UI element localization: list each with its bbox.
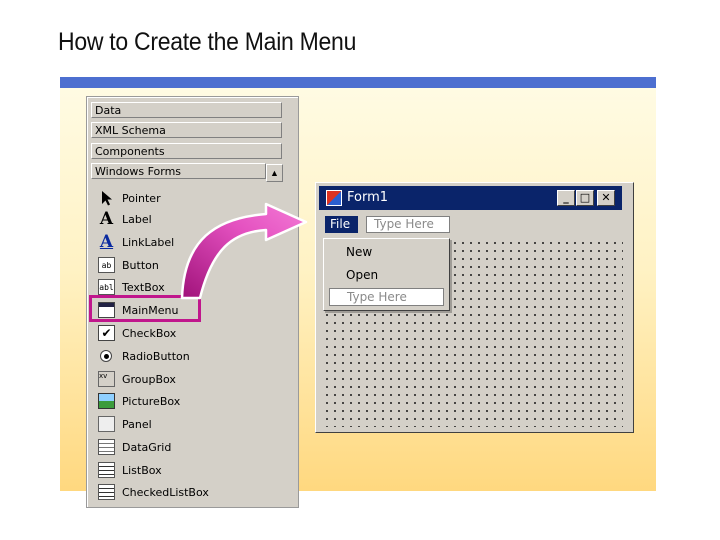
label-icon: A xyxy=(99,209,114,229)
toolbox-item-picturebox[interactable]: PictureBox xyxy=(98,391,180,411)
panel-icon xyxy=(98,416,115,432)
scroll-up-button[interactable]: ▲ xyxy=(266,164,283,182)
menubar-type-here-field[interactable]: Type Here xyxy=(366,216,450,233)
toolbox-item-pointer[interactable]: Pointer xyxy=(98,188,161,208)
button-icon: ab xyxy=(98,257,115,273)
toolbox-tab-data[interactable]: Data xyxy=(91,102,282,118)
toolbox-item-label: CheckBox xyxy=(122,326,177,340)
textbox-icon: abl xyxy=(98,279,115,295)
toolbox-item-label: TextBox xyxy=(122,280,165,294)
toolbox-tab-xml-schema[interactable]: XML Schema xyxy=(91,122,282,138)
menu-file[interactable]: File xyxy=(325,216,358,233)
minimize-button[interactable]: _ xyxy=(557,190,575,206)
toolbox-item-checkbox[interactable]: ✔ CheckBox xyxy=(98,323,176,343)
slide-title: How to Create the Main Menu xyxy=(58,28,357,56)
mainmenu-highlight-box xyxy=(89,295,201,322)
picturebox-icon xyxy=(98,393,115,409)
accent-bar xyxy=(60,77,656,88)
menu-item-new[interactable]: New xyxy=(346,245,372,259)
listbox-icon xyxy=(98,462,115,478)
toolbox-item-label-control[interactable]: A Label xyxy=(98,209,152,229)
toolbox-item-label: DataGrid xyxy=(122,440,172,454)
groupbox-icon: xv xyxy=(98,371,115,387)
maximize-button[interactable]: □ xyxy=(576,190,594,206)
toolbox-item-label: GroupBox xyxy=(122,372,176,386)
checkbox-icon: ✔ xyxy=(98,325,115,341)
toolbox-item-datagrid[interactable]: DataGrid xyxy=(98,437,171,457)
toolbox-item-label: ListBox xyxy=(122,463,162,477)
pointer-arrow-icon xyxy=(98,190,115,206)
toolbox-item-label: Button xyxy=(122,258,159,272)
menu-item-open[interactable]: Open xyxy=(346,268,378,282)
toolbox-item-label: Panel xyxy=(122,417,152,431)
toolbox-item-button[interactable]: ab Button xyxy=(98,255,159,275)
toolbox-item-label: Pointer xyxy=(122,191,161,205)
toolbox-item-radiobutton[interactable]: RadioButton xyxy=(98,346,190,366)
radiobutton-icon xyxy=(100,350,112,362)
datagrid-icon xyxy=(98,439,115,455)
toolbox-item-list: Pointer A Label A LinkLabel ab Button ab… xyxy=(91,184,291,504)
toolbox-item-label: Label xyxy=(122,212,152,226)
close-button[interactable]: ✕ xyxy=(597,190,615,206)
toolbox-tab-components[interactable]: Components xyxy=(91,143,282,159)
toolbox-item-groupbox[interactable]: xv GroupBox xyxy=(98,369,176,389)
linklabel-icon: A xyxy=(99,232,114,252)
toolbox-item-label: RadioButton xyxy=(122,349,190,363)
toolbox-item-label: CheckedListBox xyxy=(122,485,209,499)
form-title: Form1 xyxy=(347,190,389,205)
toolbox-item-linklabel[interactable]: A LinkLabel xyxy=(98,232,174,252)
toolbox-item-textbox[interactable]: abl TextBox xyxy=(98,277,165,297)
form-app-icon xyxy=(326,190,342,206)
checkedlistbox-icon xyxy=(98,484,115,500)
toolbox-item-label: PictureBox xyxy=(122,394,181,408)
toolbox-item-label: LinkLabel xyxy=(122,235,175,249)
dropdown-type-here-field[interactable]: Type Here xyxy=(329,288,444,306)
toolbox-item-checkedlistbox[interactable]: CheckedListBox xyxy=(98,482,209,502)
toolbox-item-listbox[interactable]: ListBox xyxy=(98,460,162,480)
toolbox-item-panel[interactable]: Panel xyxy=(98,414,152,434)
toolbox-tab-windows-forms[interactable]: Windows Forms xyxy=(91,163,266,179)
